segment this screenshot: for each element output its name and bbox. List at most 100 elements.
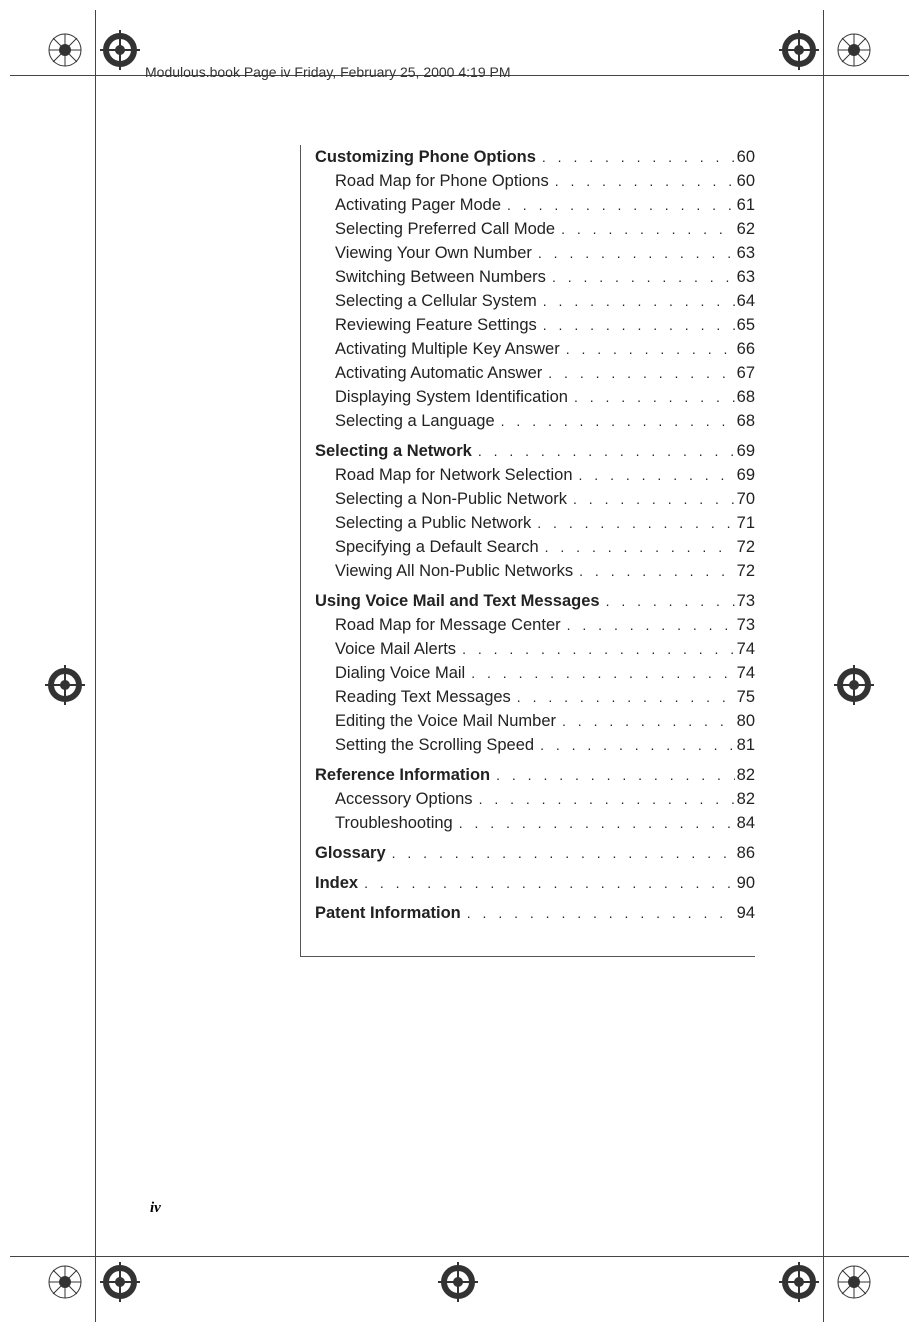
toc-leader-dots: . . . . . . . . . . . . . . . . . . . . … <box>579 559 735 583</box>
toc-leader-dots: . . . . . . . . . . . . . . . . . . . . … <box>552 265 735 289</box>
toc-entry-title: Dialing Voice Mail <box>335 661 465 685</box>
toc-leader-dots: . . . . . . . . . . . . . . . . . . . . … <box>543 289 735 313</box>
toc-entry-title: Using Voice Mail and Text Messages <box>315 589 600 613</box>
toc-section-row: Index . . . . . . . . . . . . . . . . . … <box>315 871 755 895</box>
toc-leader-dots: . . . . . . . . . . . . . . . . . . . . … <box>478 439 735 463</box>
toc-group: Index . . . . . . . . . . . . . . . . . … <box>315 871 755 895</box>
toc-sub-row: Reading Text Messages . . . . . . . . . … <box>315 685 755 709</box>
toc-entry-page: 74 <box>735 661 755 685</box>
toc-sub-row: Selecting Preferred Call Mode . . . . . … <box>315 217 755 241</box>
toc-section-row: Using Voice Mail and Text Messages . . .… <box>315 589 755 613</box>
toc-entry-page: 82 <box>735 763 755 787</box>
toc-entry-title: Customizing Phone Options <box>315 145 536 169</box>
toc-entry-page: 86 <box>735 841 755 865</box>
toc-entry-page: 90 <box>735 871 755 895</box>
toc-entry-title: Reviewing Feature Settings <box>335 313 537 337</box>
toc-entry-title: Road Map for Message Center <box>335 613 561 637</box>
toc-entry-title: Activating Pager Mode <box>335 193 501 217</box>
page-number: iv <box>150 1200 161 1217</box>
toc-sub-row: Voice Mail Alerts . . . . . . . . . . . … <box>315 637 755 661</box>
toc-group: Using Voice Mail and Text Messages . . .… <box>315 589 755 757</box>
toc-entry-page: 71 <box>735 511 755 535</box>
toc-sub-row: Troubleshooting . . . . . . . . . . . . … <box>315 811 755 835</box>
toc-sub-row: Reviewing Feature Settings . . . . . . .… <box>315 313 755 337</box>
toc-leader-dots: . . . . . . . . . . . . . . . . . . . . … <box>543 313 735 337</box>
toc-entry-page: 81 <box>735 733 755 757</box>
registration-mark-icon <box>45 665 85 705</box>
toc-entry-page: 84 <box>735 811 755 835</box>
toc-entry-title: Accessory Options <box>335 787 473 811</box>
registration-mark-icon <box>45 1262 85 1302</box>
toc-leader-dots: . . . . . . . . . . . . . . . . . . . . … <box>507 193 735 217</box>
toc-sub-row: Activating Automatic Answer . . . . . . … <box>315 361 755 385</box>
toc-leader-dots: . . . . . . . . . . . . . . . . . . . . … <box>479 787 735 811</box>
toc-entry-title: Displaying System Identification <box>335 385 568 409</box>
toc-entry-title: Viewing Your Own Number <box>335 241 532 265</box>
document-page: Modulous.book Page iv Friday, February 2… <box>0 0 919 1332</box>
toc-entry-page: 63 <box>735 265 755 289</box>
registration-mark-icon <box>100 30 140 70</box>
toc-leader-dots: . . . . . . . . . . . . . . . . . . . . … <box>471 661 734 685</box>
toc-leader-dots: . . . . . . . . . . . . . . . . . . . . … <box>562 709 735 733</box>
toc-entry-page: 69 <box>735 439 755 463</box>
toc-group: Glossary . . . . . . . . . . . . . . . .… <box>315 841 755 865</box>
toc-leader-dots: . . . . . . . . . . . . . . . . . . . . … <box>545 535 735 559</box>
toc-entry-title: Selecting a Non-Public Network <box>335 487 567 511</box>
registration-mark-icon <box>834 1262 874 1302</box>
toc-entry-title: Index <box>315 871 358 895</box>
toc-entry-title: Voice Mail Alerts <box>335 637 456 661</box>
toc-leader-dots: . . . . . . . . . . . . . . . . . . . . … <box>537 511 734 535</box>
registration-mark-icon <box>438 1262 478 1302</box>
crop-line-bottom <box>10 1256 909 1257</box>
toc-entry-title: Switching Between Numbers <box>335 265 546 289</box>
toc-section-row: Reference Information . . . . . . . . . … <box>315 763 755 787</box>
toc-entry-page: 61 <box>735 193 755 217</box>
toc-sub-row: Selecting a Cellular System . . . . . . … <box>315 289 755 313</box>
page-header-metadata: Modulous.book Page iv Friday, February 2… <box>145 64 511 80</box>
toc-entry-page: 62 <box>735 217 755 241</box>
toc-entry-page: 60 <box>735 169 755 193</box>
toc-entry-title: Road Map for Network Selection <box>335 463 573 487</box>
toc-entry-page: 68 <box>735 385 755 409</box>
toc-entry-page: 65 <box>735 313 755 337</box>
toc-entry-page: 72 <box>735 535 755 559</box>
toc-entry-title: Patent Information <box>315 901 461 925</box>
toc-sub-row: Selecting a Language . . . . . . . . . .… <box>315 409 755 433</box>
toc-leader-dots: . . . . . . . . . . . . . . . . . . . . … <box>574 385 735 409</box>
toc-sub-row: Activating Multiple Key Answer . . . . .… <box>315 337 755 361</box>
toc-entry-page: 74 <box>735 637 755 661</box>
toc-entry-title: Road Map for Phone Options <box>335 169 549 193</box>
toc-entry-title: Selecting a Network <box>315 439 472 463</box>
toc-section-row: Glossary . . . . . . . . . . . . . . . .… <box>315 841 755 865</box>
toc-entry-page: 94 <box>735 901 755 925</box>
toc-leader-dots: . . . . . . . . . . . . . . . . . . . . … <box>459 811 735 835</box>
toc-group: Selecting a Network . . . . . . . . . . … <box>315 439 755 583</box>
toc-sub-row: Displaying System Identification . . . .… <box>315 385 755 409</box>
toc-leader-dots: . . . . . . . . . . . . . . . . . . . . … <box>467 901 735 925</box>
toc-leader-dots: . . . . . . . . . . . . . . . . . . . . … <box>364 871 735 895</box>
toc-entry-title: Selecting a Cellular System <box>335 289 537 313</box>
toc-leader-dots: . . . . . . . . . . . . . . . . . . . . … <box>501 409 735 433</box>
toc-entry-page: 75 <box>735 685 755 709</box>
toc-sub-row: Viewing Your Own Number . . . . . . . . … <box>315 241 755 265</box>
toc-section-row: Customizing Phone Options . . . . . . . … <box>315 145 755 169</box>
toc-entry-page: 66 <box>735 337 755 361</box>
registration-mark-icon <box>100 1262 140 1302</box>
toc-entry-title: Selecting a Language <box>335 409 495 433</box>
toc-entry-page: 67 <box>735 361 755 385</box>
registration-mark-icon <box>834 665 874 705</box>
toc-leader-dots: . . . . . . . . . . . . . . . . . . . . … <box>561 217 735 241</box>
toc-entry-title: Activating Automatic Answer <box>335 361 542 385</box>
toc-group: Patent Information . . . . . . . . . . .… <box>315 901 755 925</box>
toc-entry-page: 72 <box>735 559 755 583</box>
toc-sub-row: Setting the Scrolling Speed . . . . . . … <box>315 733 755 757</box>
toc-entry-title: Setting the Scrolling Speed <box>335 733 534 757</box>
toc-entry-title: Reference Information <box>315 763 490 787</box>
toc-leader-dots: . . . . . . . . . . . . . . . . . . . . … <box>392 841 735 865</box>
toc-entry-page: 73 <box>735 589 755 613</box>
toc-sub-row: Specifying a Default Search . . . . . . … <box>315 535 755 559</box>
toc-entry-title: Troubleshooting <box>335 811 453 835</box>
toc-entry-page: 60 <box>735 145 755 169</box>
toc-leader-dots: . . . . . . . . . . . . . . . . . . . . … <box>606 589 735 613</box>
toc-entry-page: 73 <box>735 613 755 637</box>
